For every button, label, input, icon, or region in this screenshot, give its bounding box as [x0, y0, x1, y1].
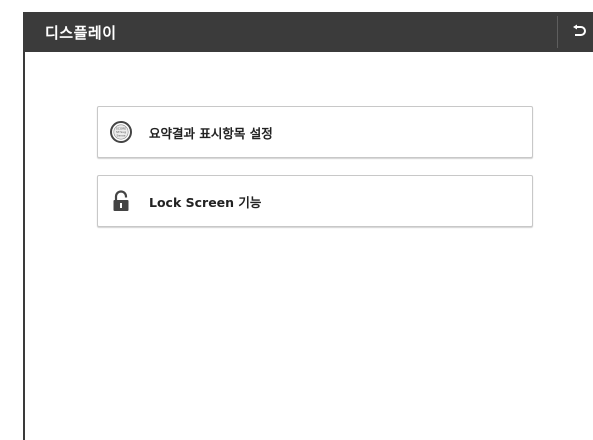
- summary-icon-text-3: Sense: [116, 133, 125, 137]
- summary-display-settings-item[interactable]: SCORE ST.Sug Sense 요약결과 표시항목 설정: [97, 106, 533, 158]
- lock-screen-label: Lock Screen 기능: [149, 194, 262, 210]
- lock-icon: [109, 189, 133, 213]
- summary-display-settings-label: 요약결과 표시항목 설정: [149, 125, 273, 141]
- back-arrow-icon: [572, 24, 586, 36]
- settings-list: SCORE ST.Sug Sense 요약결과 표시항목 설정 Lock Scr…: [25, 52, 593, 440]
- title-bar: 디스플레이: [23, 12, 593, 52]
- display-settings-screen: 디스플레이 SCORE ST.Sug Sense 요약결과 표시항목 설정 Lo…: [0, 0, 593, 440]
- header-divider: [557, 16, 558, 48]
- summary-result-icon: SCORE ST.Sug Sense: [109, 120, 133, 144]
- page-title: 디스플레이: [45, 23, 117, 42]
- back-button[interactable]: [564, 12, 593, 52]
- lock-screen-item[interactable]: Lock Screen 기능: [97, 175, 533, 227]
